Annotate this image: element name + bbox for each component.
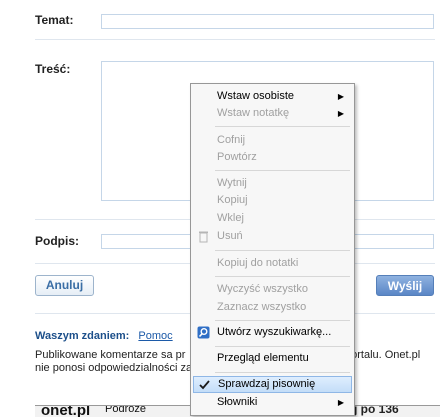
- menu-item-label: Kopiuj: [217, 194, 248, 206]
- onet-logo: onet.pl: [41, 405, 91, 417]
- menu-item-label: Słowniki: [217, 396, 258, 408]
- menu-item-label: Wstaw notatkę: [217, 107, 290, 119]
- opinion-label: Waszym zdaniem:: [35, 330, 130, 342]
- menu-item-create-search[interactable]: Utwórz wyszukiwarkę...: [193, 324, 352, 341]
- menu-item-label: Wytnij: [217, 177, 247, 189]
- divider: [35, 39, 435, 40]
- menu-item-copy-to-note[interactable]: Kopiuj do notatki: [193, 255, 352, 272]
- menu-item-label: Kopiuj do notatki: [217, 257, 299, 269]
- menu-separator: [215, 276, 350, 277]
- menu-item-delete[interactable]: Usuń: [193, 228, 352, 245]
- menu-separator: [215, 126, 350, 127]
- menu-item-undo[interactable]: Cofnij: [193, 132, 352, 149]
- menu-item-insert-personal[interactable]: Wstaw osobiste ▶: [193, 88, 352, 105]
- opinion-row: Waszym zdaniem: Pomoc: [35, 330, 173, 342]
- menu-separator: [215, 346, 350, 347]
- submenu-arrow-icon: ▶: [337, 109, 344, 118]
- send-button[interactable]: Wyślij: [376, 275, 434, 296]
- menu-item-label: Przegląd elementu: [217, 352, 309, 364]
- menu-item-label: Cofnij: [217, 134, 246, 146]
- checkmark-icon: [199, 380, 210, 390]
- menu-separator: [215, 372, 350, 373]
- submenu-arrow-icon: ▶: [337, 398, 344, 407]
- menu-item-label: Wstaw osobiste: [217, 90, 295, 102]
- submenu-arrow-icon: ▶: [337, 92, 344, 101]
- menu-item-spellcheck[interactable]: Sprawdzaj pisownię: [193, 376, 352, 393]
- menu-item-label: Zaznacz wszystko: [217, 301, 307, 313]
- menu-item-copy[interactable]: Kopiuj: [193, 192, 352, 209]
- menu-item-paste[interactable]: Wklej: [193, 210, 352, 227]
- subject-input[interactable]: [101, 14, 434, 29]
- signature-label: Podpis:: [35, 234, 79, 248]
- menu-item-inspect-element[interactable]: Przegląd elementu: [193, 350, 352, 367]
- menu-separator: [215, 170, 350, 171]
- menu-item-label: Utwórz wyszukiwarkę...: [217, 326, 332, 338]
- menu-item-label: Sprawdzaj pisownię: [218, 378, 316, 390]
- menu-item-label: Wyczyść wszystko: [217, 283, 308, 295]
- content-label: Treść:: [35, 62, 71, 76]
- menu-separator: [215, 320, 350, 321]
- menu-item-redo[interactable]: Powtórz: [193, 149, 352, 166]
- trash-icon: [199, 231, 208, 243]
- menu-item-label: Powtórz: [217, 151, 257, 163]
- menu-separator: [215, 250, 350, 251]
- menu-item-select-all[interactable]: Zaznacz wszystko: [193, 299, 352, 316]
- help-link[interactable]: Pomoc: [138, 330, 172, 342]
- menu-item-dictionaries[interactable]: Słowniki ▶: [193, 394, 352, 411]
- menu-item-cut[interactable]: Wytnij: [193, 175, 352, 192]
- context-menu: Wstaw osobiste ▶ Wstaw notatkę ▶ Cofnij …: [190, 83, 355, 416]
- menu-item-label: Wklej: [217, 212, 244, 224]
- banner-subtitle: Podróże: [105, 405, 146, 415]
- search-engine-icon: [197, 326, 210, 339]
- menu-item-clear-all[interactable]: Wyczyść wszystko: [193, 281, 352, 298]
- subject-label: Temat:: [35, 13, 74, 27]
- menu-item-label: Usuń: [217, 230, 243, 242]
- cancel-button[interactable]: Anuluj: [35, 275, 94, 296]
- menu-item-insert-note[interactable]: Wstaw notatkę ▶: [193, 105, 352, 122]
